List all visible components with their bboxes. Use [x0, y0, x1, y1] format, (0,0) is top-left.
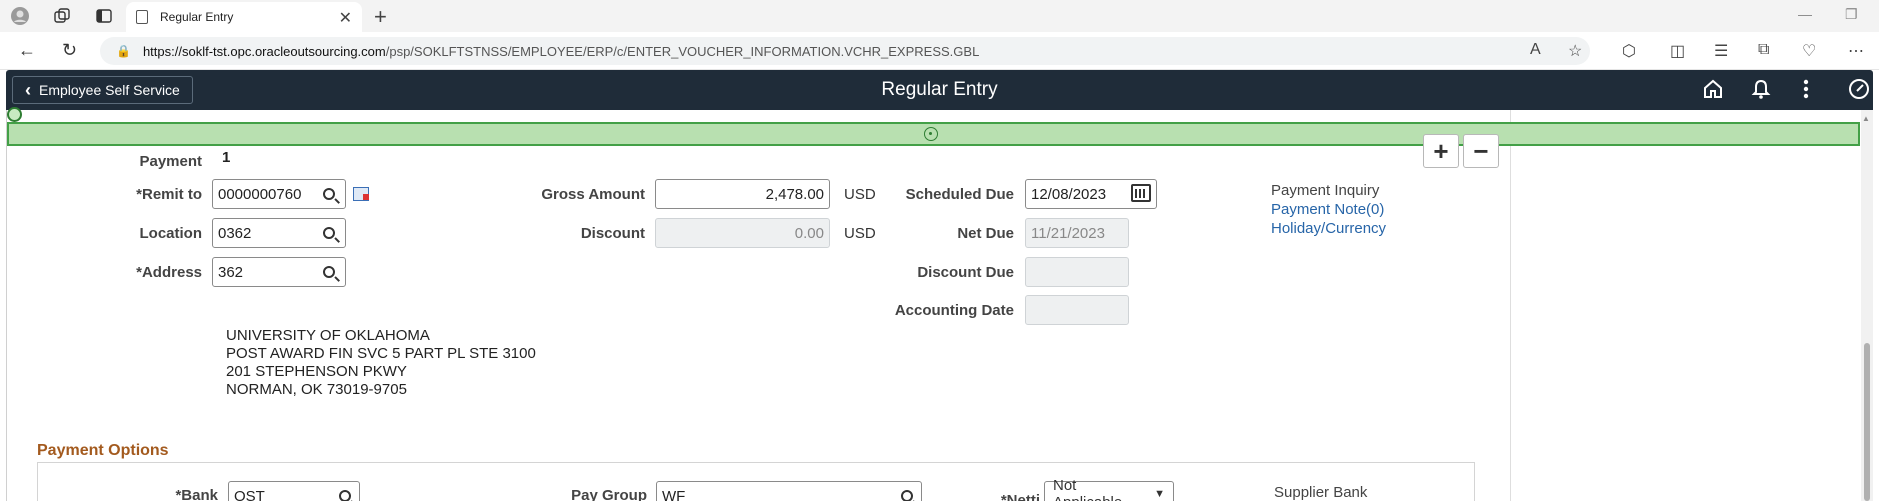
pay-group-label: Pay Group	[571, 487, 647, 501]
address-value: 362	[218, 263, 244, 281]
location-lookup-icon[interactable]	[314, 218, 344, 248]
net-due-value: 11/21/2023	[1031, 224, 1105, 242]
vertical-tabs-icon[interactable]	[94, 6, 114, 26]
payment-number: 1	[222, 149, 231, 166]
netting-select[interactable]: Not Applicable ▼	[1044, 477, 1174, 501]
scroll-up-arrow-icon[interactable]: ▲	[1862, 114, 1870, 123]
payment-note-link[interactable]: Payment Note(0)	[1271, 201, 1384, 218]
lock-icon: 🔒	[116, 44, 131, 58]
browser-essentials-icon[interactable]: ♡	[1802, 41, 1816, 61]
right-pane-divider	[1510, 110, 1511, 501]
gross-amount-input[interactable]: 2,478.00	[655, 179, 830, 209]
more-menu-icon[interactable]: ⋯	[1848, 41, 1864, 61]
remit-to-value: 0000000760	[218, 185, 302, 203]
bank-label: *Bank	[175, 487, 218, 501]
net-due-label: Net Due	[957, 225, 1014, 242]
netting-label: *Netti	[1000, 492, 1040, 501]
delete-payment-row-button[interactable]: −	[1463, 134, 1499, 168]
scheduled-due-value: 12/08/2023	[1031, 185, 1107, 203]
address-label: *Address	[136, 264, 202, 281]
home-icon[interactable]	[1702, 78, 1724, 106]
content-left-border	[6, 110, 7, 501]
discount-currency: USD	[844, 225, 876, 242]
tab-title: Regular Entry	[160, 10, 234, 24]
net-due-input: 11/21/2023	[1025, 218, 1129, 248]
payment-inquiry-label: Payment Inquiry	[1271, 182, 1380, 199]
address-line-2: POST AWARD FIN SVC 5 PART PL STE 3100	[226, 345, 536, 362]
target-marker-icon	[924, 127, 938, 141]
supplier-bank-label: Supplier Bank	[1274, 484, 1368, 501]
url-host: https://soklf-tst.opc.oracleoutsourcing.…	[142, 43, 386, 59]
pay-group-value: WF	[662, 487, 686, 501]
corner-marker-icon	[7, 107, 22, 122]
gross-amount-label: Gross Amount	[541, 186, 645, 203]
refresh-icon[interactable]: ↻	[62, 40, 77, 61]
address-line-4: NORMAN, OK 73019-9705	[226, 381, 407, 398]
holiday-currency-link[interactable]: Holiday/Currency	[1271, 220, 1386, 237]
new-tab-icon[interactable]: +	[374, 4, 387, 30]
notifications-bell-icon[interactable]	[1750, 78, 1772, 106]
accounting-date-label: Accounting Date	[894, 302, 1014, 319]
payment-label: Payment	[139, 153, 202, 170]
calendar-icon[interactable]	[1131, 184, 1151, 202]
minimize-icon[interactable]: —	[1798, 6, 1812, 22]
discount-due-input	[1025, 257, 1129, 287]
location-label: Location	[139, 225, 203, 242]
payment-options-heading: Payment Options	[37, 442, 169, 459]
netting-value: Not Applicable	[1053, 477, 1122, 501]
read-aloud-icon[interactable]: A	[1530, 41, 1541, 59]
chevron-down-icon: ▼	[1154, 488, 1165, 500]
split-screen-icon[interactable]: ◫	[1670, 41, 1685, 61]
scrollbar-thumb[interactable]	[1864, 343, 1870, 501]
accounting-date-input	[1025, 295, 1129, 325]
discount-label: Discount	[580, 225, 645, 242]
location-value: 0362	[218, 224, 252, 242]
back-arrow-icon[interactable]: ←	[18, 40, 36, 61]
url-path: /psp/SOKLFTSTNSS/EMPLOYEE/ERP/c/ENTER_VO…	[385, 43, 980, 59]
close-tab-icon[interactable]: ✕	[339, 8, 352, 28]
pay-group-input[interactable]: WF	[656, 481, 922, 501]
bank-value: OST	[234, 487, 265, 501]
pay-group-lookup-icon[interactable]	[892, 481, 922, 501]
address-line-1: UNIVERSITY OF OKLAHOMA	[226, 327, 430, 344]
page-title: Regular Entry	[881, 79, 998, 100]
navbar-compass-icon[interactable]	[1848, 78, 1870, 106]
browser-tab[interactable]: Regular Entry ✕	[126, 2, 362, 32]
discount-input: 0.00	[655, 218, 830, 248]
favorite-star-icon[interactable]: ☆	[1568, 41, 1582, 61]
restore-icon[interactable]: ❐	[1845, 6, 1858, 23]
remit-to-detail-icon[interactable]	[353, 187, 369, 201]
discount-value: 0.00	[794, 224, 824, 242]
workspaces-icon[interactable]	[52, 6, 72, 26]
app-header: ‹ Employee Self Service Regular Entry	[6, 70, 1873, 110]
browser-address-bar: ← ↻ 🔒 https://soklf-tst.opc.oracleoutsou…	[0, 32, 1879, 70]
address-line-3: 201 STEPHENSON PKWY	[226, 363, 407, 380]
gross-amount-currency: USD	[844, 186, 876, 203]
scheduled-due-label: Scheduled Due	[905, 186, 1014, 203]
favorites-icon[interactable]: ☰	[1714, 41, 1728, 61]
page-icon	[136, 10, 148, 24]
extensions-icon[interactable]: ⬡	[1622, 41, 1636, 61]
add-payment-row-button[interactable]: +	[1423, 134, 1459, 168]
bank-lookup-icon[interactable]	[330, 481, 360, 501]
collections-icon[interactable]: ⧉	[1758, 41, 1769, 59]
actions-menu-icon[interactable]	[1802, 78, 1810, 106]
remit-to-label: *Remit to	[136, 186, 202, 203]
address-lookup-icon[interactable]	[314, 257, 344, 287]
profile-icon[interactable]	[10, 6, 30, 26]
gross-amount-value: 2,478.00	[765, 185, 824, 203]
browser-tab-bar: Regular Entry ✕ + — ❐	[0, 0, 1879, 32]
discount-due-label: Discount Due	[917, 264, 1014, 281]
remit-to-lookup-icon[interactable]	[314, 179, 344, 209]
url-field[interactable]: 🔒 https://soklf-tst.opc.oracleoutsourcin…	[100, 37, 1590, 65]
